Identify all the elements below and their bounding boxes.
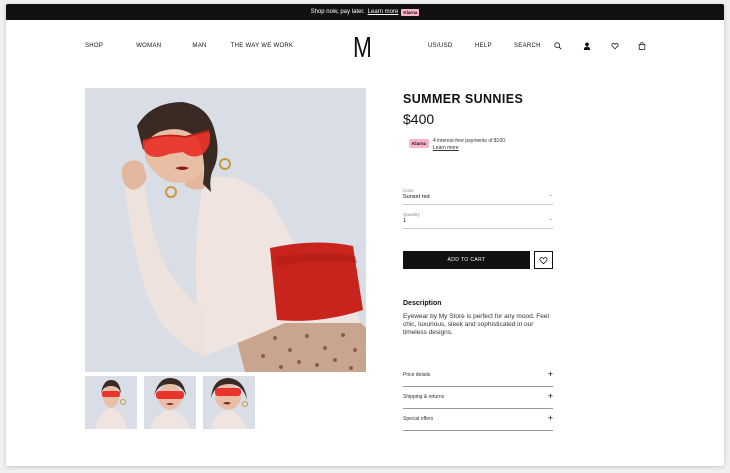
klarna-logo: Klarna	[409, 139, 430, 148]
quantity-select-value: 1	[403, 218, 407, 224]
product-thumbnail-3[interactable]	[203, 376, 255, 429]
search-icon[interactable]	[553, 41, 563, 51]
klarna-installments-text: 4 interest-free payments of $100.	[433, 138, 507, 144]
add-to-cart-button[interactable]: ADD TO CART	[403, 251, 530, 269]
product-price: $400	[403, 111, 435, 127]
accordion-price-details[interactable]: Price details +	[403, 365, 553, 387]
nav-man[interactable]: MAN	[192, 43, 206, 49]
add-to-wishlist-button[interactable]	[534, 251, 553, 269]
nav-woman[interactable]: WOMAN	[136, 43, 161, 49]
bag-icon[interactable]	[637, 41, 647, 51]
announcement-learn-more-link[interactable]: Learn more	[368, 9, 399, 15]
product-title: SUMMER SUNNIES	[403, 92, 524, 106]
accordion-special-offers[interactable]: Special offers +	[403, 409, 553, 431]
color-select-value: Sunset red	[403, 194, 430, 200]
color-select[interactable]: Color Sunset red ⌄	[403, 184, 553, 205]
announcement-text: Shop now, pay later.	[310, 9, 365, 15]
site-header: SHOP WOMAN MAN THE WAY WE WORK M US/USD …	[6, 20, 724, 70]
plus-icon: +	[547, 413, 553, 423]
account-icon[interactable]	[582, 41, 592, 51]
quantity-select-label: Quantity	[403, 212, 420, 217]
klarna-message: Klarna 4 interest-free payments of $100.…	[409, 138, 506, 151]
nav-the-way-we-work[interactable]: THE WAY WE WORK	[231, 43, 294, 49]
description-text: Eyewear by My Store is perfect for any m…	[403, 313, 549, 336]
product-thumbnail-1[interactable]	[85, 376, 137, 429]
main-nav: SHOP WOMAN MAN THE WAY WE WORK	[85, 43, 293, 49]
heart-icon	[539, 256, 548, 264]
plus-icon: +	[547, 391, 553, 401]
browser-frame: Shop now, pay later. Learn more Klarna S…	[6, 4, 724, 466]
chevron-down-icon: ⌄	[547, 216, 553, 222]
description-heading: Description	[403, 300, 442, 307]
nav-shop[interactable]: SHOP	[85, 43, 103, 49]
quantity-select[interactable]: Quantity 1 ⌄	[403, 208, 553, 229]
nav-search[interactable]: SEARCH	[514, 43, 541, 49]
announcement-bar: Shop now, pay later. Learn more Klarna	[6, 4, 724, 20]
klarna-learn-more-link[interactable]: Learn more	[433, 145, 506, 152]
color-select-label: Color	[403, 188, 414, 193]
nav-currency[interactable]: US/USD	[428, 43, 452, 49]
klarna-badge: Klarna	[401, 8, 420, 16]
product-main-image	[85, 88, 366, 372]
product-thumbnail-2[interactable]	[144, 376, 196, 429]
accordion-label: Special offers	[403, 416, 434, 422]
plus-icon: +	[547, 369, 553, 379]
accordion-shipping-returns[interactable]: Shipping & returns +	[403, 387, 553, 409]
accordion-label: Price details	[403, 372, 431, 378]
wishlist-icon[interactable]	[610, 41, 620, 51]
accordion-label: Shipping & returns	[403, 394, 445, 400]
store-logo[interactable]: M	[353, 34, 372, 63]
nav-help[interactable]: HELP	[475, 43, 492, 49]
chevron-down-icon: ⌄	[547, 192, 553, 198]
klarna-text-block: 4 interest-free payments of $100. Learn …	[433, 138, 506, 151]
